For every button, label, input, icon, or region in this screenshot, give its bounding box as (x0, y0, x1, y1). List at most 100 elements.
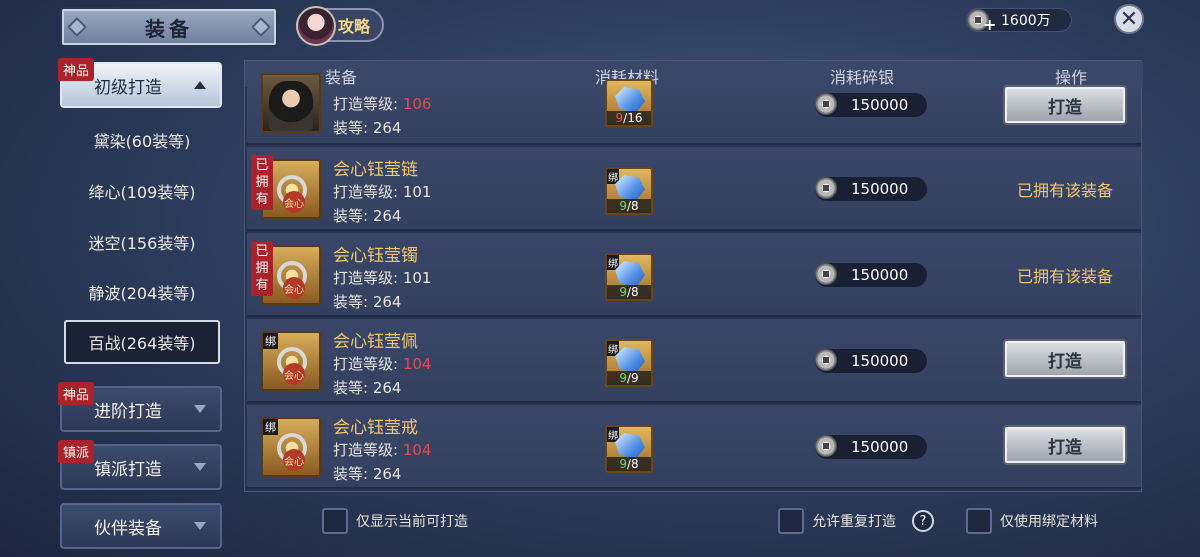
gear-level-value: 264 (372, 119, 402, 137)
crystal-icon (615, 261, 645, 287)
material-slot[interactable]: 绑 9/9 (605, 339, 653, 387)
gear-name: 会心钰莹戒 (333, 418, 418, 438)
silver-cost-value: 150000 (851, 180, 909, 198)
silver-currency[interactable]: + 1600万 (966, 8, 1072, 34)
forge-level: 打造等级: 104 (333, 353, 431, 374)
silver-cost-value: 150000 (851, 96, 909, 114)
material-have: 9 (619, 371, 627, 385)
guide-label: 攻略 (338, 17, 371, 36)
forge-level: 打造等级: 101 (333, 181, 431, 202)
category-tag: 神品 (58, 58, 95, 81)
material-have: 9 (619, 199, 627, 213)
forge-level-label: 打造等级: (333, 441, 403, 459)
bound-tag: 绑 (263, 333, 278, 349)
gear-name: 会心钰莹链 (333, 160, 418, 180)
bound-tag: 绑 (607, 341, 619, 356)
crit-badge-icon: 会心 (283, 449, 305, 471)
diamond-ornament-icon (251, 17, 271, 37)
guide-button[interactable]: 攻略 (296, 6, 384, 46)
gear-portrait-icon[interactable] (261, 73, 321, 133)
table-row: 绑 会心 会心钰莹戒 打造等级: 104 装等: 264 绑 9/8 15000… (247, 405, 1141, 489)
silver-cost: 150000 (815, 435, 927, 459)
material-slot[interactable]: 绑 9/8 (605, 167, 653, 215)
silver-cost-value: 150000 (851, 266, 909, 284)
material-count: 9/16 (607, 111, 651, 125)
category-label: 镇派打造 (94, 459, 162, 480)
sidebar-subitem-daiyan[interactable]: 黛染(60装等) (64, 118, 220, 162)
only-craftable-checkbox[interactable] (322, 508, 348, 534)
close-button[interactable]: ✕ (1114, 4, 1144, 34)
allow-repeat-checkbox[interactable] (778, 508, 804, 534)
bound-tag: 绑 (607, 255, 619, 270)
forge-button[interactable]: 打造 (1003, 339, 1127, 379)
crit-badge-icon: 会心 (283, 191, 305, 213)
gear-level-label: 装等: (333, 207, 373, 225)
category-tag: 镇派 (58, 440, 95, 463)
gear-level: 装等: 264 (333, 205, 401, 226)
gear-level-label: 装等: (333, 119, 373, 137)
table-header: 装备 消耗材料 消耗碎银 操作 (245, 61, 1143, 87)
material-slot[interactable]: 绑 9/8 (605, 253, 653, 301)
gear-level-value: 264 (372, 207, 402, 225)
silver-coin-icon (815, 177, 837, 199)
silver-cost: 150000 (815, 93, 927, 117)
table-row: 绑 会心 会心钰莹佩 打造等级: 104 装等: 264 绑 9/9 15000… (247, 319, 1141, 403)
only-bound-checkbox[interactable] (966, 508, 992, 534)
page-title: 装备 (145, 16, 193, 41)
pendant-icon[interactable]: 绑 会心 (261, 331, 321, 391)
sidebar-category-partner-gear[interactable]: 伙伴装备 (60, 503, 222, 549)
only-craftable-option[interactable]: 仅显示当前可打造 (322, 508, 468, 534)
owned-status: 已拥有该装备 (1016, 181, 1113, 200)
sidebar-subitem-jiangxin[interactable]: 绛心(109装等) (64, 169, 220, 213)
material-slot[interactable]: 9/16 (605, 79, 653, 127)
sidebar-category-basic-forge[interactable]: 神品 初级打造 (58, 58, 222, 108)
owned-tag: 已拥有 (251, 155, 273, 210)
forge-table[interactable]: 装备 消耗材料 消耗碎银 操作 打造等级: 106 装等: 264 9/16 1… (244, 60, 1143, 492)
material-need: /9 (626, 371, 639, 385)
add-currency-icon[interactable]: + (983, 15, 996, 34)
gear-level-label: 装等: (333, 465, 373, 483)
silver-cost: 150000 (815, 263, 927, 287)
material-count: 9/8 (607, 199, 651, 213)
table-row: 打造等级: 106 装等: 264 9/16 150000 打造 (247, 73, 1141, 145)
sidebar-category-sect-forge[interactable]: 镇派 镇派打造 (58, 440, 222, 490)
chevron-down-icon (194, 405, 206, 413)
material-count: 9/8 (607, 457, 651, 471)
material-need: /8 (626, 199, 639, 213)
ring-icon[interactable]: 绑 会心 (261, 417, 321, 477)
gear-level-value: 264 (372, 465, 402, 483)
silver-coin-icon (815, 263, 837, 285)
forge-button[interactable]: 打造 (1003, 85, 1127, 125)
category-tag: 神品 (58, 382, 95, 405)
guide-avatar (296, 6, 336, 46)
sidebar-subitem-mikong[interactable]: 迷空(156装等) (64, 220, 220, 264)
sidebar-subitem-jingbo[interactable]: 静波(204装等) (64, 270, 220, 314)
portrait-figure-icon (269, 81, 313, 131)
gear-level: 装等: 264 (333, 117, 401, 138)
gear-level-value: 264 (372, 293, 402, 311)
bound-tag: 绑 (607, 169, 619, 184)
only-bound-option[interactable]: 仅使用绑定材料 (966, 508, 1098, 534)
only-craftable-label: 仅显示当前可打造 (356, 514, 468, 530)
help-icon[interactable]: ? (912, 510, 934, 532)
gear-name: 会心钰莹镯 (333, 246, 418, 266)
material-have: 9 (619, 457, 627, 471)
gear-level: 装等: 264 (333, 463, 401, 484)
crystal-icon (615, 87, 645, 113)
sidebar-subitem-baizhan[interactable]: 百战(264装等) (64, 320, 220, 364)
allow-repeat-option[interactable]: 允许重复打造 ? (778, 508, 934, 534)
chevron-up-icon (194, 81, 206, 89)
forge-level-label: 打造等级: (333, 183, 403, 201)
silver-cost: 150000 (815, 177, 927, 201)
forge-level: 打造等级: 101 (333, 267, 431, 288)
silver-coin-icon (815, 435, 837, 457)
page-title-plate: 装备 (60, 7, 278, 47)
forge-button[interactable]: 打造 (1003, 425, 1127, 465)
owned-status: 已拥有该装备 (1016, 267, 1113, 286)
material-need: /8 (626, 285, 639, 299)
material-count: 9/9 (607, 371, 651, 385)
gear-level-label: 装等: (333, 293, 373, 311)
material-slot[interactable]: 绑 9/8 (605, 425, 653, 473)
sidebar-category-advanced-forge[interactable]: 神品 进阶打造 (58, 382, 222, 432)
category-label: 伙伴装备 (94, 518, 162, 539)
